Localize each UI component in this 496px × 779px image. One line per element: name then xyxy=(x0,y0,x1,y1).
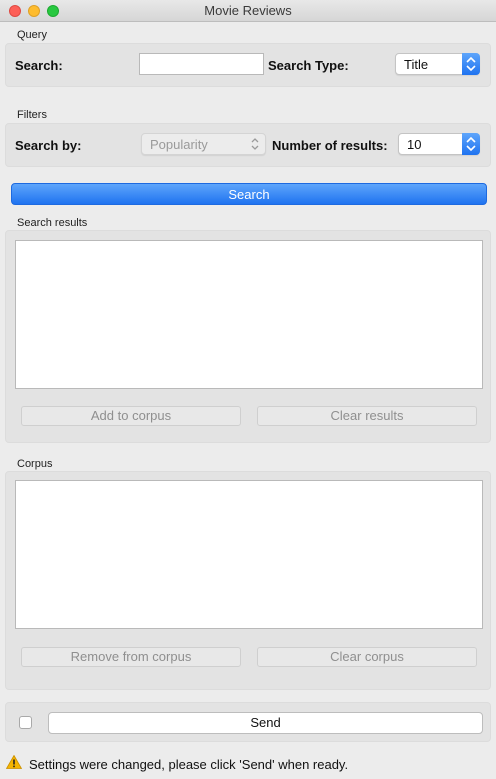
chevron-updown-icon xyxy=(462,53,480,75)
search-results-group-title: Search results xyxy=(17,217,88,229)
maximize-window-icon[interactable] xyxy=(47,5,59,17)
search-label: Search: xyxy=(15,58,63,73)
number-of-results-select[interactable]: 10 xyxy=(398,133,480,155)
number-of-results-value: 10 xyxy=(407,137,422,152)
clear-corpus-button[interactable]: Clear corpus xyxy=(257,647,477,667)
clear-results-button[interactable]: Clear results xyxy=(257,406,477,426)
auto-send-checkbox[interactable] xyxy=(19,716,32,729)
warning-icon xyxy=(5,754,23,769)
search-by-label: Search by: xyxy=(15,138,82,153)
corpus-group-title: Corpus xyxy=(17,458,53,470)
status-message: Settings were changed, please click 'Sen… xyxy=(29,757,349,772)
chevron-updown-icon xyxy=(462,133,480,155)
close-window-icon[interactable] xyxy=(9,5,21,17)
send-button[interactable]: Send xyxy=(48,712,483,734)
search-type-select[interactable]: Title xyxy=(395,53,480,75)
search-by-value: Popularity xyxy=(150,137,208,152)
add-to-corpus-button[interactable]: Add to corpus xyxy=(21,406,241,426)
query-group-title: Query xyxy=(17,29,47,41)
search-type-value: Title xyxy=(404,57,429,72)
window-title: Movie Reviews xyxy=(204,3,292,18)
search-results-list[interactable] xyxy=(15,240,483,389)
filters-group-title: Filters xyxy=(17,109,47,121)
search-by-select: Popularity xyxy=(141,133,266,155)
search-button[interactable]: Search xyxy=(11,183,487,205)
number-of-results-label: Number of results: xyxy=(272,138,388,153)
corpus-list[interactable] xyxy=(15,480,483,629)
search-type-label: Search Type: xyxy=(268,58,349,73)
search-input[interactable] xyxy=(139,53,264,75)
remove-from-corpus-button[interactable]: Remove from corpus xyxy=(21,647,241,667)
chevron-updown-icon xyxy=(248,136,262,152)
title-bar: Movie Reviews xyxy=(0,0,496,22)
minimize-window-icon[interactable] xyxy=(28,5,40,17)
